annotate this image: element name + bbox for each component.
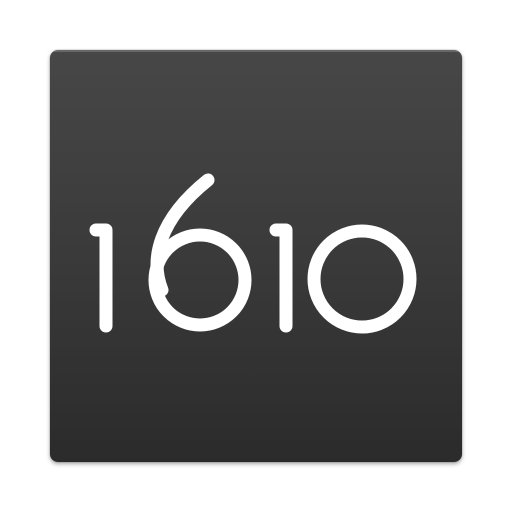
app-icon-1610[interactable]: 1610 [50,50,462,462]
logo-digit-0 [307,224,417,334]
logo-1610-icon [89,173,417,334]
logo-digit-6-loop [148,228,252,332]
logo-digit-1-first [89,223,113,333]
screen: 1610 [0,0,512,512]
logo-digit-1-second [269,223,293,333]
